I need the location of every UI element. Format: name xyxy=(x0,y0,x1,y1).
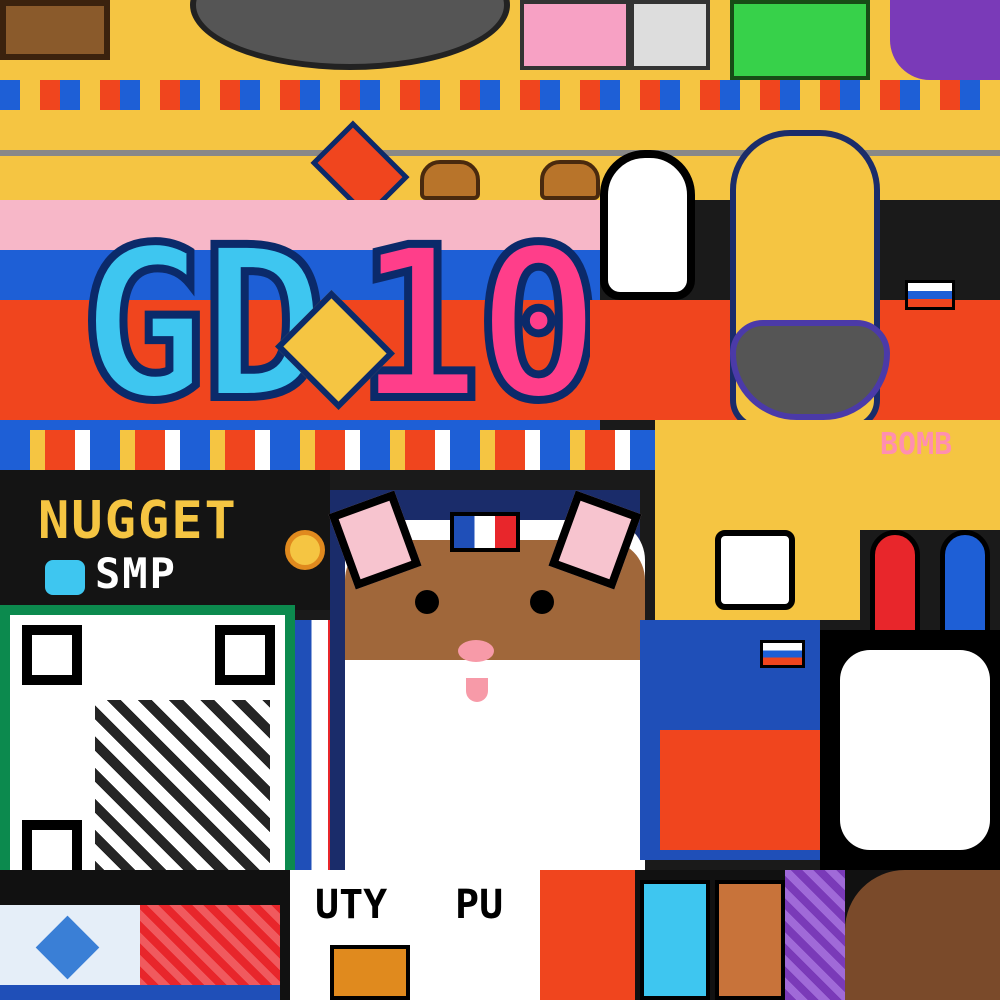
bottom-text: UTY xyxy=(315,882,388,928)
top-left-crate xyxy=(0,0,110,60)
cat-tongue xyxy=(466,678,488,702)
top-mug-icon xyxy=(630,0,710,70)
burger-icon xyxy=(420,160,480,200)
top-pig-icon xyxy=(520,0,630,70)
discord-icon xyxy=(45,560,85,595)
ten-logo-text: 10 xyxy=(351,202,606,447)
folk-border xyxy=(0,430,660,470)
cat-eye-left xyxy=(415,590,439,614)
top-purple-blob xyxy=(890,0,1000,80)
cat-eye-right xyxy=(530,590,554,614)
bottom-text-2: PU xyxy=(455,882,504,928)
cat-mini-flag xyxy=(450,512,520,552)
cat-nose xyxy=(458,640,494,662)
purple-checker xyxy=(785,870,845,1000)
white-cat-icon xyxy=(715,530,795,610)
zigzag-trim xyxy=(0,80,1000,110)
qr-finder-tl xyxy=(22,625,82,685)
smp-text: SMP xyxy=(95,549,177,598)
bottom-flag-stripe xyxy=(0,985,280,1000)
qr-finder-tr xyxy=(215,625,275,685)
flag-icon xyxy=(905,280,955,310)
gd-logo-text: GD xyxy=(76,202,331,447)
parrot-icon-2 xyxy=(940,530,990,640)
qr-modules xyxy=(95,700,270,875)
flower-icon xyxy=(285,530,325,570)
white-creature-icon xyxy=(840,650,990,850)
burger-icon-2 xyxy=(540,160,600,200)
fox-icon xyxy=(330,945,410,1000)
bomb-text: BOMB xyxy=(880,427,953,462)
pixel-character-icon-2 xyxy=(715,880,785,1000)
nugget-text: NUGGET xyxy=(38,491,238,551)
penguin-icon xyxy=(600,150,695,300)
pixel-art-canvas: GD 10 BOMB NUGGET SMP UTY PU xyxy=(0,0,1000,1000)
pixel-character-icon xyxy=(640,880,710,1000)
top-frog-icon xyxy=(730,0,870,80)
parrot-icon xyxy=(870,530,920,640)
small-flag-icon xyxy=(760,640,805,668)
right-orange-block xyxy=(660,730,820,850)
bottom-orange-block xyxy=(540,870,635,1000)
brown-creature-icon xyxy=(845,870,1000,1000)
